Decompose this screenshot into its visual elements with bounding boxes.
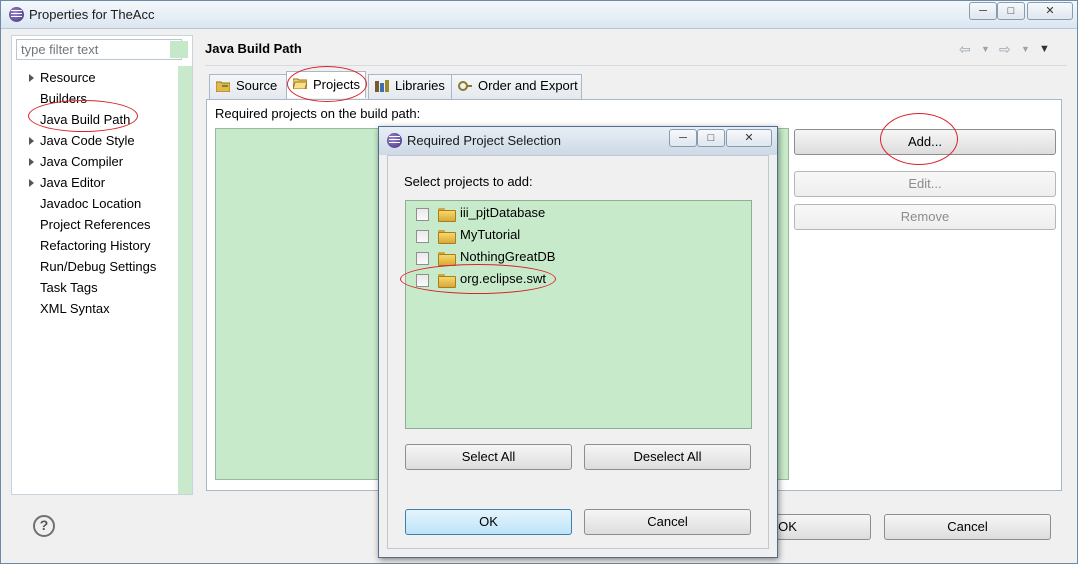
project-row[interactable]: org.eclipse.swt xyxy=(412,270,742,290)
project-folder-icon xyxy=(438,208,456,222)
tab-libraries[interactable]: Libraries xyxy=(368,74,452,99)
edit-button[interactable]: Edit... xyxy=(794,171,1056,197)
expand-arrow-icon[interactable] xyxy=(28,68,36,88)
tab-label: Projects xyxy=(313,77,360,92)
add-button[interactable]: Add... xyxy=(794,129,1056,155)
back-menu-icon[interactable]: ▼ xyxy=(981,44,990,54)
tab-label: Source xyxy=(236,78,278,93)
tab-label: Order and Export xyxy=(478,78,578,93)
property-tree-panel: ResourceBuildersJava Build PathJava Code… xyxy=(11,35,193,495)
tree-item[interactable]: Refactoring History xyxy=(40,236,151,256)
tab-projects[interactable]: Projects xyxy=(286,71,366,98)
page-title: Java Build Path xyxy=(205,41,302,56)
project-checkbox[interactable] xyxy=(416,208,429,221)
project-folder-icon xyxy=(438,230,456,244)
tree-item[interactable]: Java Compiler xyxy=(40,152,123,172)
project-row[interactable]: NothingGreatDB xyxy=(412,248,742,268)
tab-label: Libraries xyxy=(395,78,445,93)
tree-item[interactable]: Run/Debug Settings xyxy=(40,257,156,277)
tree-item[interactable]: Java Editor xyxy=(40,173,105,193)
close-button[interactable]: ✕ xyxy=(1027,2,1073,20)
required-projects-label: Required projects on the build path: xyxy=(215,106,421,121)
view-menu-icon[interactable]: ▼ xyxy=(1039,43,1050,55)
project-checkbox[interactable] xyxy=(416,252,429,265)
dialog-close-button[interactable]: ✕ xyxy=(726,129,772,147)
dialog-title: Required Project Selection xyxy=(407,133,561,148)
forward-arrow-icon[interactable]: ⇨ xyxy=(999,41,1011,58)
forward-menu-icon[interactable]: ▼ xyxy=(1021,44,1030,54)
dialog-maximize-button[interactable]: □ xyxy=(697,129,725,147)
project-name: org.eclipse.swt xyxy=(460,271,546,286)
project-row[interactable]: MyTutorial xyxy=(412,226,742,246)
eclipse-icon xyxy=(387,133,402,148)
deselect-all-button[interactable]: Deselect All xyxy=(584,444,751,470)
expand-arrow-icon[interactable] xyxy=(28,131,36,151)
property-tree: Resource Builders Java Build Path Java Code… xyxy=(12,66,192,494)
dialog-ok-button[interactable]: OK xyxy=(405,509,572,535)
cancel-button[interactable]: Cancel xyxy=(884,514,1051,540)
project-folder-icon xyxy=(293,78,307,89)
tree-item[interactable]: Javadoc Location xyxy=(40,194,141,214)
filter-input[interactable] xyxy=(16,39,182,60)
expand-arrow-icon[interactable] xyxy=(28,152,36,172)
project-name: NothingGreatDB xyxy=(460,249,556,264)
header-separator xyxy=(205,65,1067,66)
back-arrow-icon[interactable]: ⇦ xyxy=(959,41,971,58)
eclipse-icon xyxy=(9,7,24,22)
project-checklist: iii_pjtDatabase MyTutorial NothingGreatDB o… xyxy=(405,200,752,429)
tree-item[interactable]: Project References xyxy=(40,215,151,235)
help-icon[interactable]: ? xyxy=(33,515,55,537)
filter-clear-icon[interactable] xyxy=(170,41,188,58)
project-folder-icon xyxy=(438,252,456,266)
project-name: iii_pjtDatabase xyxy=(460,205,546,220)
tree-item[interactable]: XML Syntax xyxy=(40,299,110,319)
tree-item[interactable]: Java Code Style xyxy=(40,131,135,151)
dialog-title-bar[interactable]: Required Project Selection ─ □ ✕ xyxy=(379,127,777,155)
tab-order-and-export[interactable]: Order and Export xyxy=(451,74,582,99)
select-projects-label: Select projects to add: xyxy=(404,174,533,189)
project-checkbox[interactable] xyxy=(416,274,429,287)
tab-source[interactable]: Source xyxy=(209,74,287,99)
source-folder-icon xyxy=(216,81,230,92)
tree-item[interactable]: Builders xyxy=(40,89,87,109)
tree-item[interactable]: Resource xyxy=(40,68,96,88)
libraries-icon xyxy=(375,80,389,92)
project-name: MyTutorial xyxy=(460,227,521,242)
dialog-cancel-button[interactable]: Cancel xyxy=(584,509,751,535)
title-bar[interactable]: Properties for TheAcc ─ □ ✕ xyxy=(1,1,1077,29)
required-project-selection-dialog: Required Project Selection ─ □ ✕ Select … xyxy=(378,126,778,558)
dialog-minimize-button[interactable]: ─ xyxy=(669,129,697,147)
navigation-controls: ⇦ ▼ ⇨ ▼ ▼ xyxy=(959,39,1059,59)
expand-arrow-icon[interactable] xyxy=(28,173,36,193)
select-all-button[interactable]: Select All xyxy=(405,444,572,470)
project-folder-icon xyxy=(438,274,456,288)
project-checkbox[interactable] xyxy=(416,230,429,243)
project-row[interactable]: iii_pjtDatabase xyxy=(412,204,742,224)
tree-item[interactable]: Task Tags xyxy=(40,278,98,298)
tree-scrollbar[interactable] xyxy=(178,66,192,494)
maximize-button[interactable]: □ xyxy=(997,2,1025,20)
tree-item[interactable]: Java Build Path xyxy=(40,110,130,130)
order-export-icon xyxy=(458,81,472,91)
remove-button[interactable]: Remove xyxy=(794,204,1056,230)
minimize-button[interactable]: ─ xyxy=(969,2,997,20)
window-title: Properties for TheAcc xyxy=(29,7,155,22)
